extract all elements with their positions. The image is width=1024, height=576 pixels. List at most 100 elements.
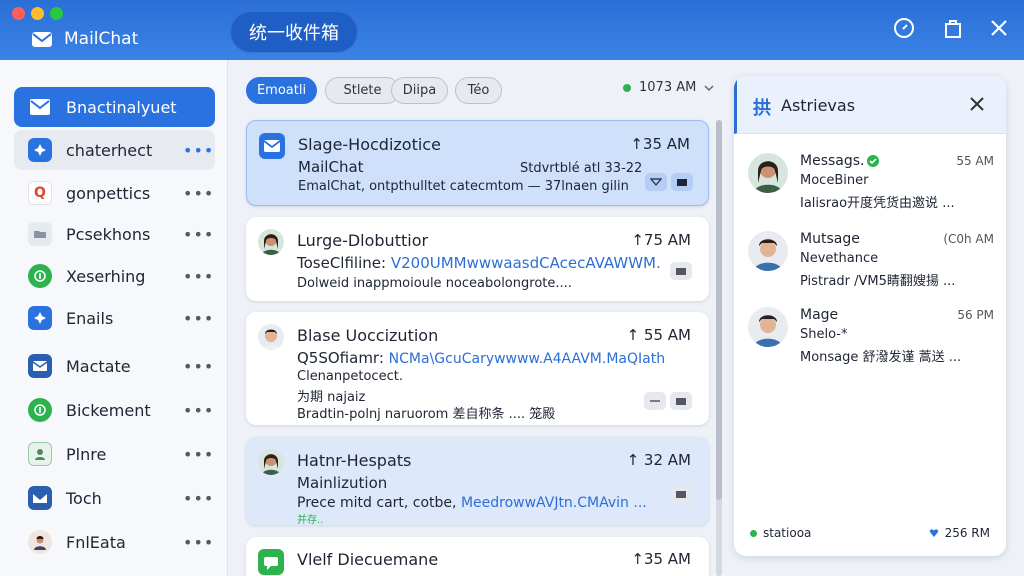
chat-icon [258,549,284,575]
mail-icon [28,354,52,378]
message-link[interactable]: V200UMMwwwaasdCAcecAVAWWM. [391,254,661,272]
avatar-icon [28,530,52,554]
flag-icon[interactable] [645,173,667,191]
sidebar-item-8[interactable]: Plnre ••• [14,434,215,474]
sidebar-item-1[interactable]: chaterhect ••• [14,130,215,170]
message-subject: ToseClfiline: V200UMMwwwaasdCAcecAVAWWM. [297,254,661,272]
panel-item-name: Mutsage [800,231,860,247]
message-card-3[interactable]: Hatnr-Hespats ↑ 32 AM Mainlizution Prece… [246,437,709,525]
message-list-pane: Emoatli Stlete Diipa Téo 1073 AM Slage-H… [229,60,729,576]
close-window-button[interactable] [12,7,25,20]
close-icon[interactable] [966,93,988,115]
archive-icon[interactable] [670,392,692,410]
title-bar: MailChat 统一收件箱 [0,0,1024,60]
scrollbar[interactable] [716,120,722,576]
more-icon[interactable]: ••• [183,267,213,286]
status-dot [750,529,757,537]
sidebar-item-3[interactable]: Pcsekhons ••• [14,214,215,254]
sidebar-item-5[interactable]: Enails ••• [14,298,215,338]
person-icon [28,442,52,466]
message-subject: Q5SOfiamr: NCMa\GcuCarywwww.A4AAVM.MaQIa… [297,349,666,367]
message-time: ↑35 AM [630,135,690,153]
sidebar-item-0[interactable]: Bnactinalyuet [14,87,215,127]
sidebar-item-label: FnlEata [66,532,126,552]
info-circle-icon [28,398,52,422]
tag-icon[interactable] [644,392,666,410]
sidebar-item-label: Xeserhing [66,266,146,286]
message-time: ↑ 32 AM [626,451,691,469]
filter-chip-1[interactable]: Stlete [325,77,400,104]
more-icon[interactable]: ••• [183,184,213,203]
message-tag: 并存.. [297,515,324,525]
message-card-1[interactable]: Lurge-Dlobuttior ↑75 AM ToseClfiline: V2… [246,217,709,301]
more-icon[interactable]: ••• [183,489,213,508]
more-icon[interactable]: ••• [183,401,213,420]
message-preview: Dolweid inappmoioule noceabolongrote.... [297,276,572,291]
maximize-window-button[interactable] [50,7,63,20]
message-preview: Prece mitd cart, cotbe, MeedrowwAVJtn.CM… [297,495,647,511]
sidebar-item-10[interactable]: FnlEata ••• [14,522,215,562]
more-icon[interactable]: ••• [183,533,213,552]
bag-icon[interactable] [941,16,965,40]
sidebar-item-label: Mactate [66,356,131,376]
panel-item-preview: Pistradr /VM5睛翻嫂揚 ... [800,274,956,289]
panel-item-1[interactable]: Mutsage (C0h AM Nevethance Pistradr /VM5… [748,231,994,301]
sidebar-item-4[interactable]: Xeserhing ••• [14,256,215,296]
panel-item-name: Messags. [800,153,865,169]
more-icon[interactable]: ••• [183,357,213,376]
message-preview: Bradtin-polnj naruorom 差自称条 .... 笼殿 [297,407,556,422]
sidebar-item-label: Pcsekhons [66,224,151,244]
archive-icon[interactable] [670,262,692,280]
status-dot [623,83,631,92]
message-preview: EmalChat, ontpthulltet catecmtom — 37lna… [298,179,629,194]
sidebar-item-9[interactable]: Toch ••• [14,478,215,518]
more-icon[interactable]: ••• [183,445,213,464]
status-indicator: statiooa [750,526,811,540]
message-title: Vlelf Diecuemane [297,550,439,569]
panel-item-time: 56 PM [957,308,994,322]
message-card-0[interactable]: Slage-Hocdizotice ↑35 AM MailChat Stdvrt… [246,120,709,206]
sidebar-item-label: gonpettics [66,183,151,203]
message-title: Hatnr-Hespats [297,451,412,470]
more-icon[interactable]: ••• [183,225,213,244]
panel-item-0[interactable]: Messags. 55 AM MoceBiner Ialisrao开度凭货由邀说… [748,153,994,223]
message-time: ↑75 AM [631,231,691,249]
filter-chip-0[interactable]: Emoatli [246,77,317,104]
minimize-window-button[interactable] [31,7,44,20]
filter-chip-2[interactable]: Diipa [391,77,448,104]
panel-item-subtitle: Nevethance [800,251,879,266]
more-icon[interactable]: ••• [183,309,213,328]
sidebar-item-label: Toch [66,488,102,508]
avatar [748,153,788,193]
panel-logo-icon: 拱 [753,98,771,119]
message-card-2[interactable]: Blase Uoccizution ↑ 55 AM Q5SOfiamr: NCM… [246,312,709,425]
avatar [258,229,284,255]
heart-icon [929,529,938,537]
footer-time: 256 RM [929,526,990,540]
sidebar-item-label: Enails [66,308,114,328]
message-link[interactable]: MeedrowwAVJtn.CMAvin ... [461,495,647,511]
avatar [748,307,788,347]
message-link[interactable]: NCMa\GcuCarywwww.A4AAVM.MaQIath [389,351,665,367]
message-card-4[interactable]: Vlelf Diecuemane ↑35 AM [246,537,709,576]
q-logo-icon: Q [28,181,52,205]
sidebar-item-label: Bnactinalyuet [66,97,177,117]
compass-icon[interactable] [892,16,916,40]
sidebar-item-6[interactable]: Mactate ••• [14,346,215,386]
sidebar-item-7[interactable]: Bickement ••• [14,390,215,430]
more-icon[interactable]: ••• [183,141,213,160]
scrollbar-thumb[interactable] [716,120,722,500]
message-meta: Stdvrtblé atl 33-22 [520,161,643,176]
close-icon[interactable] [987,16,1011,40]
message-title: Lurge-Dlobuttior [297,231,429,250]
sidebar-item-2[interactable]: Q gonpettics ••• [14,173,215,213]
filter-chip-3[interactable]: Téo [455,77,502,104]
time-filter-dropdown[interactable]: 1073 AM [623,80,714,95]
panel-item-2[interactable]: Mage 56 PM Shelo-* Monsage 舒潑发谨 蒿送 ... [748,307,994,377]
archive-icon[interactable] [670,485,692,503]
message-sender: MailChat [298,158,364,176]
unified-inbox-tab[interactable]: 统一收件箱 [230,11,358,53]
archive-icon[interactable] [671,173,693,191]
sidebar-item-label: chaterhect [66,140,153,160]
panel-header: 拱 Astrievas [734,76,1006,134]
